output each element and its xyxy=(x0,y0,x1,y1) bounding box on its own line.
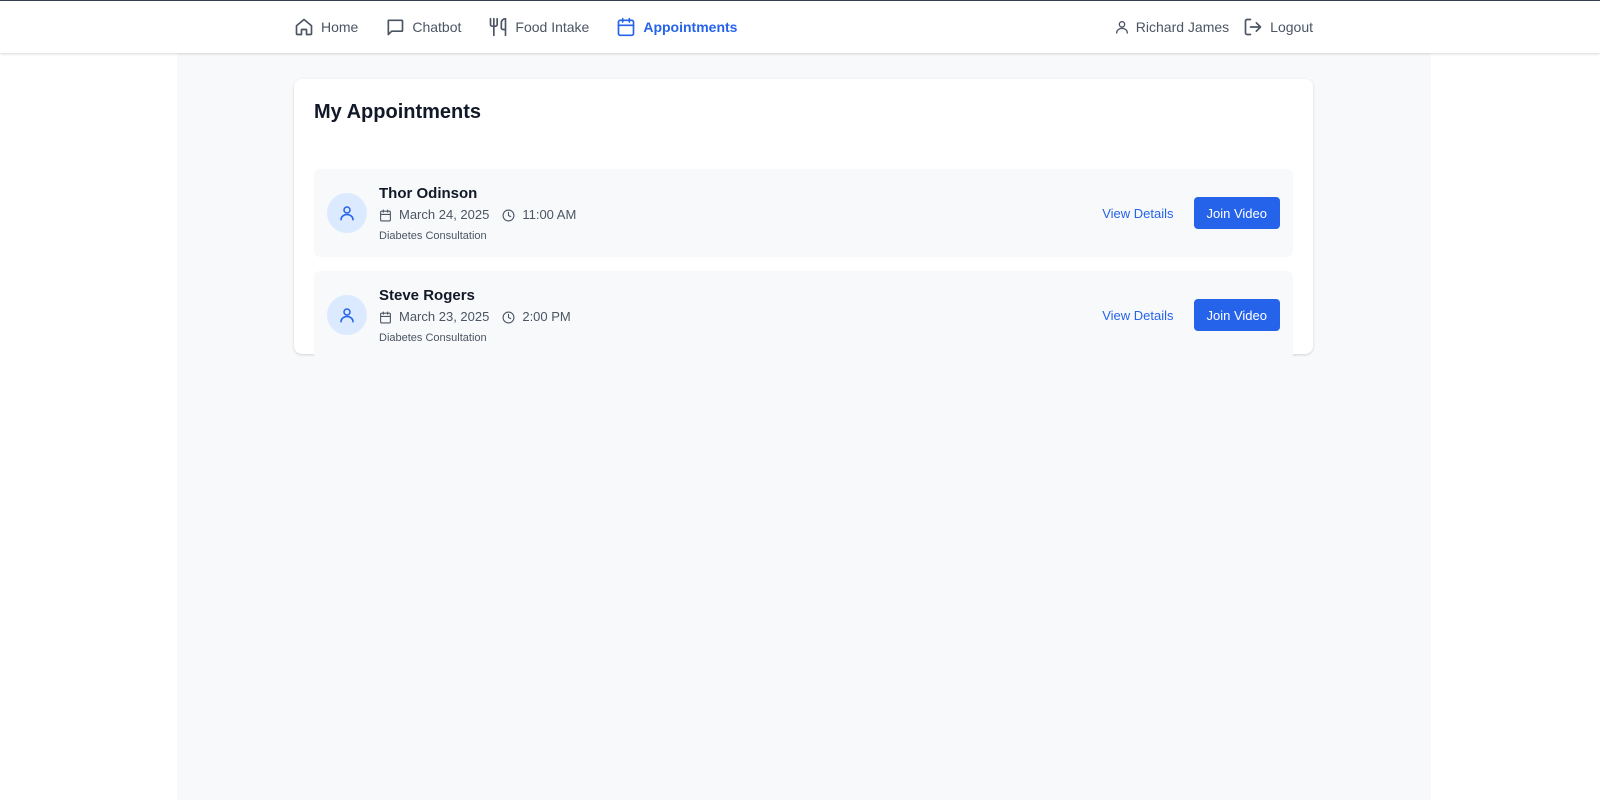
logout-icon xyxy=(1244,18,1262,36)
chat-bubble-icon xyxy=(387,19,404,36)
join-video-button[interactable]: Join Video xyxy=(1193,299,1280,331)
appointment-date: March 23, 2025 xyxy=(399,309,490,324)
user-icon xyxy=(340,308,354,323)
nav-item-label: Food Intake xyxy=(515,19,590,35)
logout-label: Logout xyxy=(1270,19,1313,35)
appointment-item: Steve Rogers March 23, 2025 2:00 PM Diab… xyxy=(314,271,1293,359)
nav-item-food-intake[interactable]: Food Intake xyxy=(488,17,589,37)
view-details-link[interactable]: View Details xyxy=(1102,308,1173,323)
time-group: 2:00 PM xyxy=(502,308,571,326)
doctor-name: Steve Rogers xyxy=(379,287,475,304)
appointment-item: Thor Odinson March 24, 2025 11:00 AM Dia… xyxy=(314,169,1293,257)
appointment-time: 2:00 PM xyxy=(522,309,571,324)
nav-links: Home Chatbot Food Intake Appointments xyxy=(294,17,764,37)
nav-item-label: Appointments xyxy=(643,19,738,35)
nav-item-chatbot[interactable]: Chatbot xyxy=(385,17,461,37)
nav-item-home[interactable]: Home xyxy=(294,17,358,37)
main-content: My Appointments Thor Odinson March 24, 2… xyxy=(177,53,1431,800)
page-title: My Appointments xyxy=(314,101,482,123)
appointments-card: My Appointments Thor Odinson March 24, 2… xyxy=(294,79,1313,359)
top-navbar: Home Chatbot Food Intake Appointments Ri… xyxy=(0,1,1600,53)
avatar xyxy=(327,295,367,335)
appointment-time: 11:00 AM xyxy=(522,207,577,222)
home-icon xyxy=(295,18,313,36)
user-name: Richard James xyxy=(1135,19,1230,35)
appointment-info: Thor Odinson March 24, 2025 11:00 AM Dia… xyxy=(379,185,576,243)
calendar-icon xyxy=(618,17,635,37)
appointment-type: Diabetes Consultation xyxy=(379,332,487,344)
appointment-actions: View Details Join Video xyxy=(1102,299,1280,331)
appointment-info: Steve Rogers March 23, 2025 2:00 PM Diab… xyxy=(379,287,571,345)
appointment-type: Diabetes Consultation xyxy=(379,230,487,242)
nav-item-label: Home xyxy=(321,19,359,35)
user-icon xyxy=(340,206,354,221)
nav-item-label: Chatbot xyxy=(412,19,462,35)
appointment-meta: March 24, 2025 11:00 AM xyxy=(379,206,576,224)
nav-item-appointments[interactable]: Appointments xyxy=(616,17,737,37)
avatar xyxy=(327,193,367,233)
user-icon xyxy=(1115,21,1128,34)
appointment-actions: View Details Join Video xyxy=(1102,197,1280,229)
view-details-link[interactable]: View Details xyxy=(1102,206,1173,221)
nav-user-area: Richard James Logout xyxy=(1100,17,1313,37)
clock-icon xyxy=(502,209,515,221)
time-group: 11:00 AM xyxy=(502,206,576,224)
appointment-meta: March 23, 2025 2:00 PM xyxy=(379,308,571,326)
utensils-icon xyxy=(490,17,507,37)
doctor-name: Thor Odinson xyxy=(379,185,478,202)
navbar-inner: Home Chatbot Food Intake Appointments Ri… xyxy=(294,1,1313,53)
appointment-date: March 24, 2025 xyxy=(399,207,490,222)
calendar-icon xyxy=(380,311,391,323)
calendar-icon xyxy=(380,209,391,221)
join-video-button[interactable]: Join Video xyxy=(1193,197,1280,229)
clock-icon xyxy=(502,311,515,323)
user-profile-link[interactable]: Richard James xyxy=(1114,19,1229,35)
logout-button[interactable]: Logout xyxy=(1243,17,1313,37)
